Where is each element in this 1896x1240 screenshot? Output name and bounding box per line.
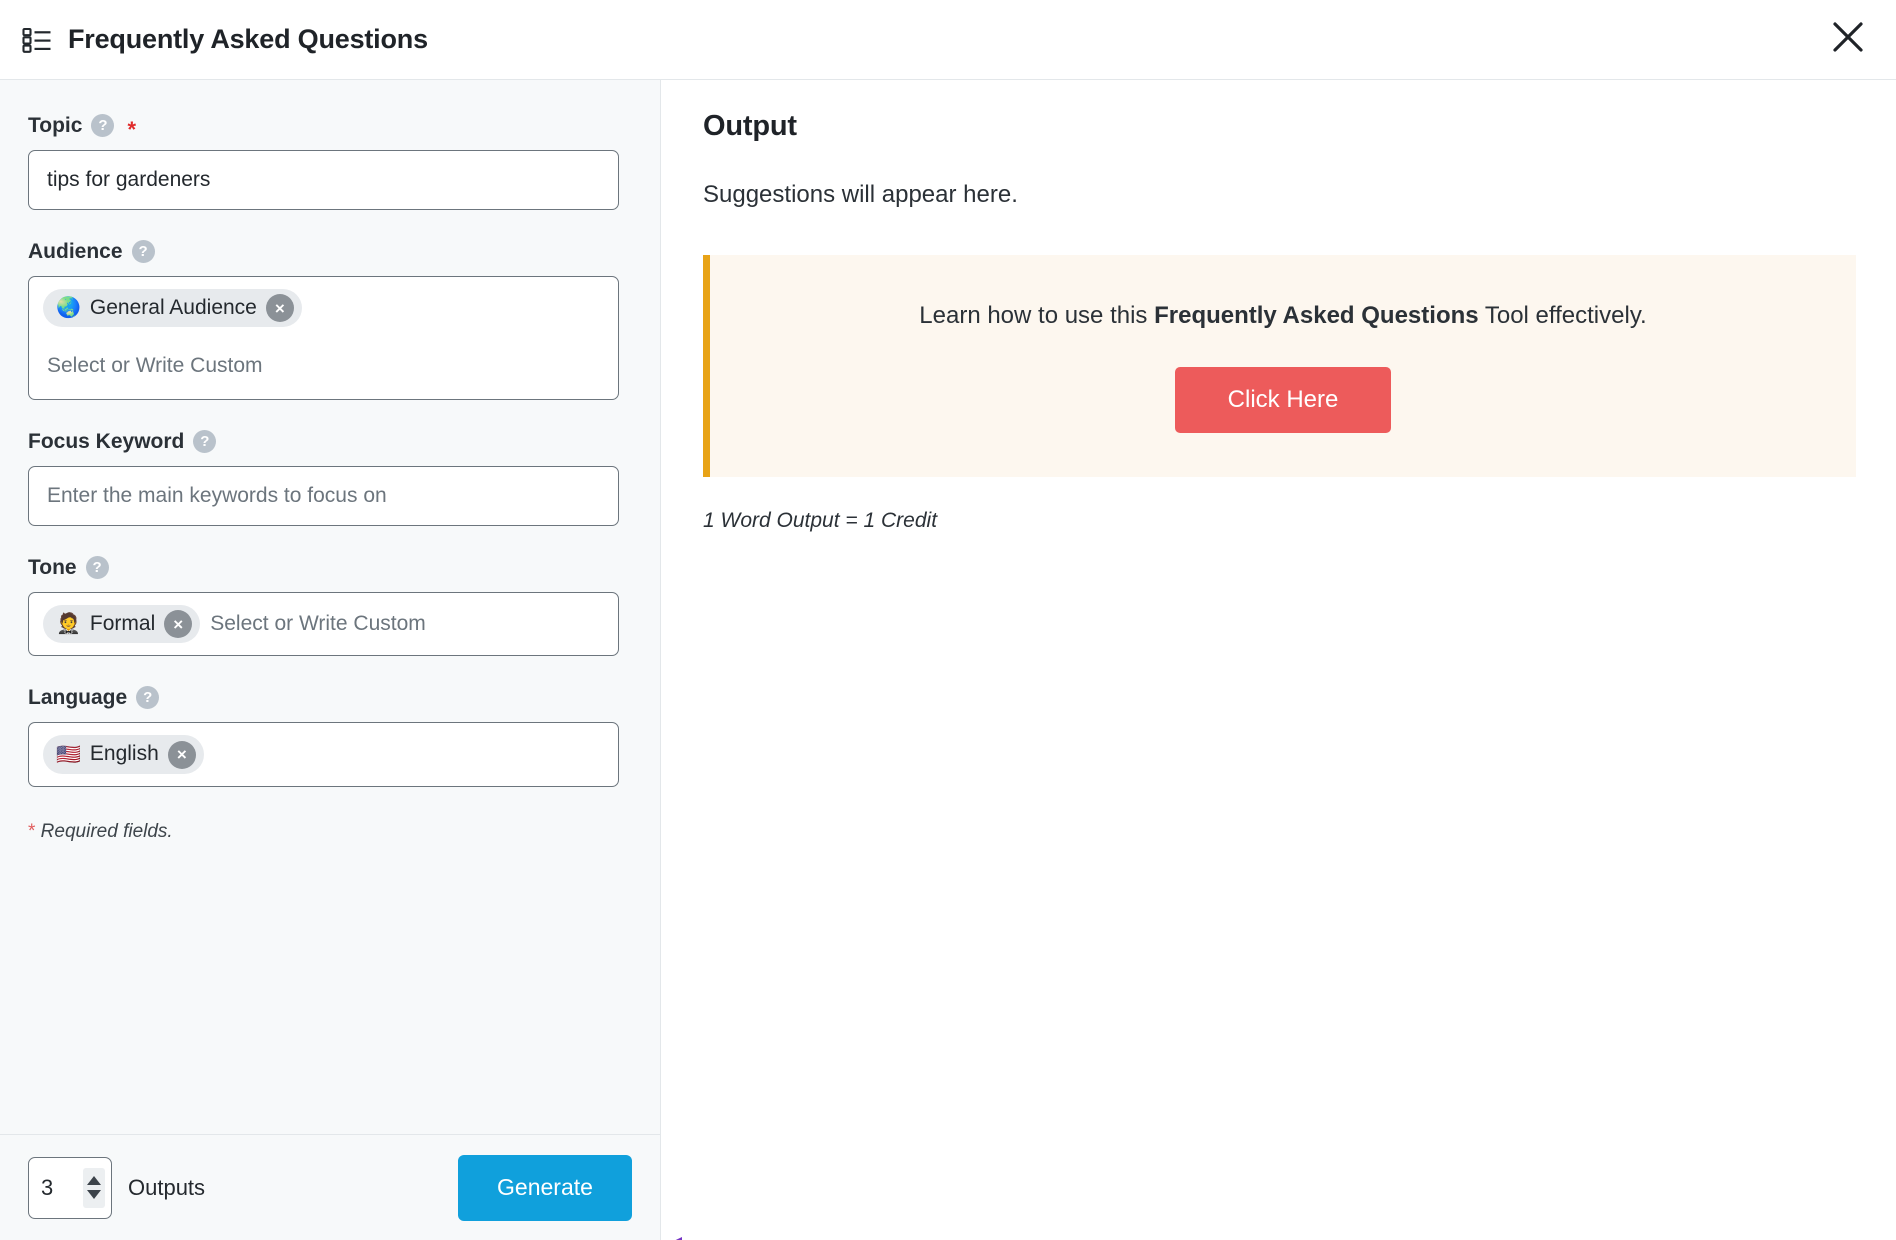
field-label-language: Language ? — [28, 686, 620, 710]
field-focus-keyword: Focus Keyword ? Enter the main keywords … — [28, 430, 620, 526]
required-note-text: Required fields. — [35, 820, 173, 842]
field-label-topic-text: Topic — [28, 114, 83, 137]
remove-tag-icon[interactable]: × — [265, 294, 294, 323]
help-icon[interactable]: ? — [131, 240, 155, 263]
field-label-focus-keyword: Focus Keyword ? — [28, 430, 620, 453]
generate-button[interactable]: Generate — [458, 1154, 632, 1221]
tag-chip-formal: 🤵 Formal × — [43, 605, 201, 644]
modal-header: Frequently Asked Questions — [0, 0, 1896, 80]
tone-placeholder: Select or Write Custom — [210, 612, 426, 636]
modal-body: Topic ? * tips for gardeners Audience ? … — [0, 80, 1896, 1240]
chevron-down-icon[interactable] — [87, 1190, 101, 1199]
callout-text-after: Tool effectively. — [1478, 302, 1647, 329]
field-label-focus-keyword-text: Focus Keyword — [28, 430, 185, 453]
close-icon — [1831, 20, 1865, 59]
tag-chip-english: 🇺🇸 English × — [43, 735, 204, 774]
form-footer: 3 Outputs Generate — [0, 1134, 660, 1240]
outputs-stepper[interactable]: 3 — [28, 1156, 112, 1219]
output-panel: Output Suggestions will appear here. Lea… — [661, 80, 1896, 1240]
output-placeholder-text: Suggestions will appear here. — [703, 181, 1018, 208]
page-title: Frequently Asked Questions — [68, 24, 428, 54]
tag-chip-label: English — [89, 742, 159, 766]
close-button[interactable] — [1826, 18, 1870, 62]
modal-header-left: Frequently Asked Questions — [22, 24, 428, 55]
tag-chip-label: General Audience — [89, 296, 257, 319]
output-title: Output — [703, 110, 797, 142]
topic-input[interactable]: tips for gardeners — [28, 150, 619, 210]
help-icon[interactable]: ? — [85, 556, 109, 579]
help-icon[interactable]: ? — [91, 114, 115, 137]
field-label-tone-text: Tone — [28, 556, 77, 579]
help-icon[interactable]: ? — [136, 686, 160, 710]
audience-placeholder: Select or Write Custom — [47, 354, 263, 378]
credit-note: 1 Word Output = 1 Credit — [703, 508, 938, 532]
focus-keyword-input[interactable]: Enter the main keywords to focus on — [28, 466, 619, 526]
field-language: Language ? 🇺🇸 English × — [28, 686, 620, 787]
click-here-button[interactable]: Click Here — [1175, 366, 1391, 433]
remove-tag-icon[interactable]: × — [164, 610, 193, 639]
audience-tag-input[interactable]: 🌏 General Audience × Select or Write Cus… — [28, 276, 619, 400]
help-callout: Learn how to use this Frequently Asked Q… — [703, 255, 1856, 477]
field-label-audience-text: Audience — [28, 240, 123, 263]
tag-chip-general-audience: 🌏 General Audience × — [43, 289, 302, 328]
form-fields-container: Topic ? * tips for gardeners Audience ? … — [0, 80, 660, 1134]
us-flag-icon: 🇺🇸 — [56, 743, 81, 766]
callout-text-tool-name: Frequently Asked Questions — [1154, 302, 1479, 329]
callout-text-before: Learn how to use this — [919, 302, 1155, 329]
field-audience: Audience ? 🌏 General Audience × Select o… — [28, 240, 620, 400]
globe-icon: 🌏 — [56, 297, 81, 320]
person-in-suit-icon: 🤵 — [56, 613, 81, 636]
tag-chip-label: Formal — [89, 612, 156, 635]
field-label-audience: Audience ? — [28, 240, 620, 263]
required-fields-note: * Required fields. — [28, 817, 620, 843]
help-icon[interactable]: ? — [193, 430, 217, 453]
field-label-language-text: Language — [28, 686, 128, 710]
field-label-topic: Topic ? * — [28, 114, 620, 140]
language-tag-input[interactable]: 🇺🇸 English × — [28, 722, 619, 787]
chevron-up-icon[interactable] — [87, 1176, 101, 1185]
remove-tag-icon[interactable]: × — [167, 740, 196, 769]
field-tone: Tone ? 🤵 Formal × Select or Write Custom — [28, 556, 620, 657]
field-topic: Topic ? * tips for gardeners — [28, 114, 620, 210]
form-panel: Topic ? * tips for gardeners Audience ? … — [0, 80, 682, 1240]
outputs-value[interactable]: 3 — [41, 1175, 77, 1201]
faq-tool-modal: Frequently Asked Questions Topic ? * tip… — [0, 0, 1896, 1240]
stepper-spinner[interactable] — [83, 1167, 105, 1208]
required-asterisk: * — [127, 116, 137, 142]
list-icon — [22, 25, 52, 55]
outputs-label: Outputs — [128, 1174, 206, 1200]
tone-tag-input[interactable]: 🤵 Formal × Select or Write Custom — [28, 592, 619, 657]
callout-text: Learn how to use this Frequently Asked Q… — [740, 299, 1826, 333]
field-label-tone: Tone ? — [28, 556, 620, 579]
